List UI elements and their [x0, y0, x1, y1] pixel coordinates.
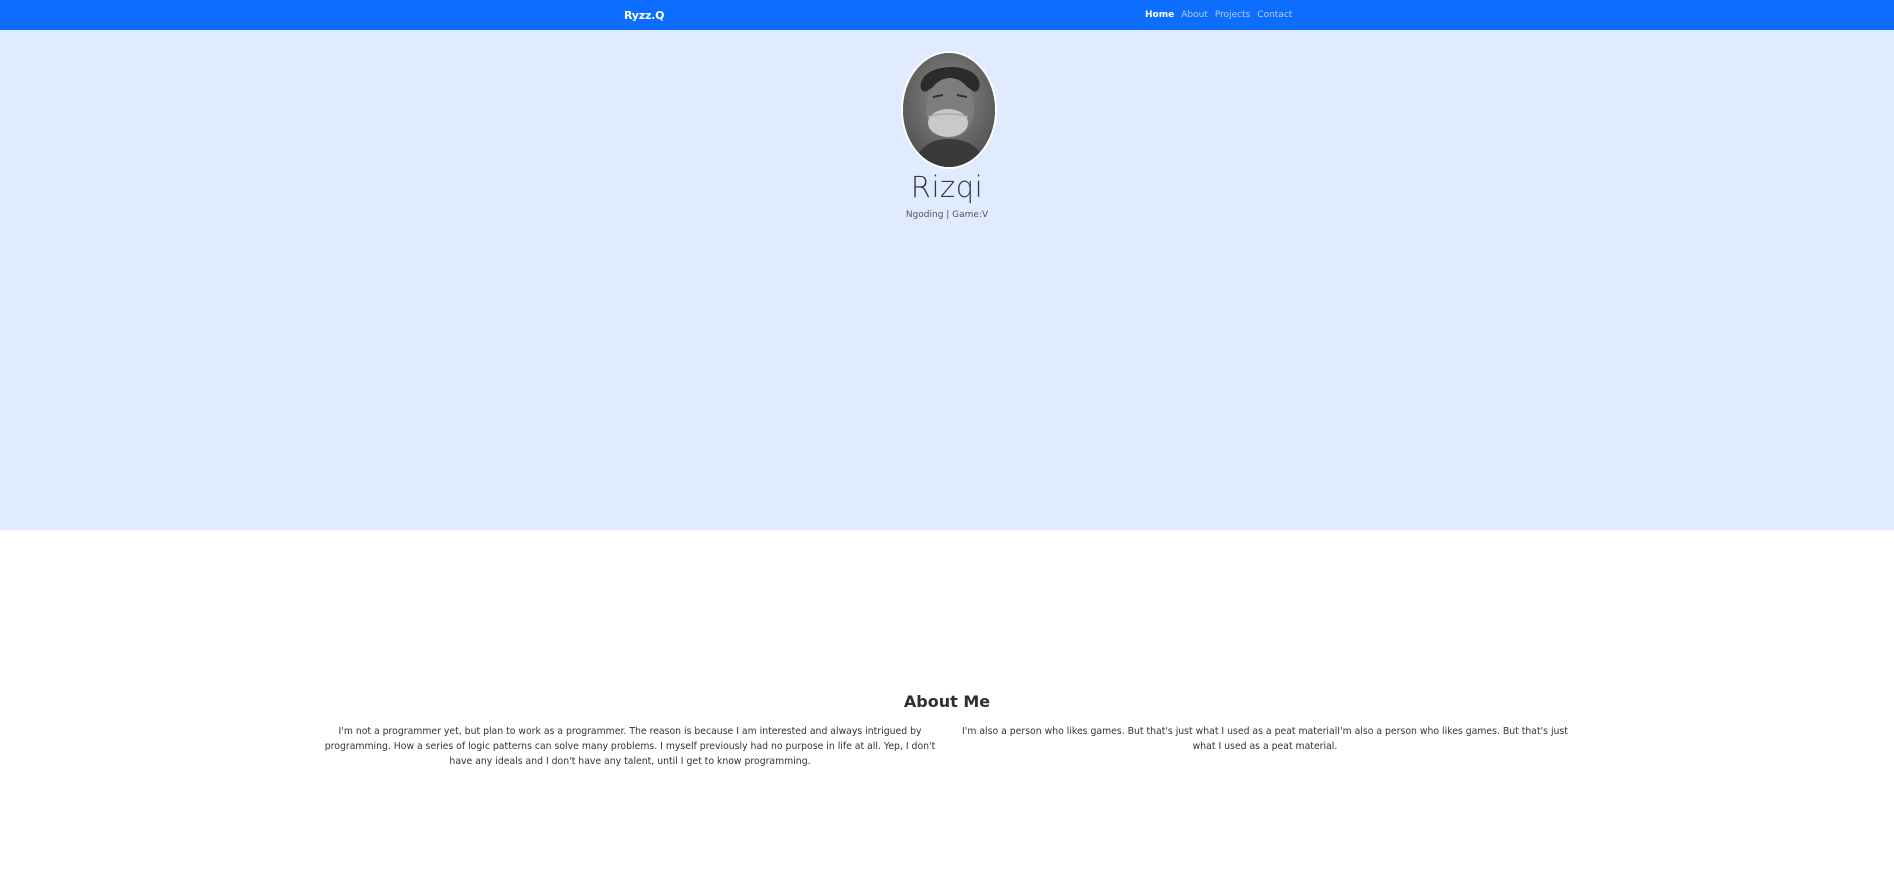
nav-link-home[interactable]: Home	[1145, 10, 1174, 20]
about-paragraph-right: I'm also a person who likes games. But t…	[962, 726, 1568, 752]
hero-wave-divider	[0, 300, 1894, 523]
nav-link-about[interactable]: About	[1181, 10, 1208, 20]
top-navbar: Ryzz.Q Home About Projects Contact	[0, 0, 1894, 30]
nav-link-contact[interactable]: Contact	[1257, 10, 1292, 20]
profile-avatar	[901, 51, 997, 169]
nav-link-projects[interactable]: Projects	[1215, 10, 1250, 20]
about-paragraph-left: I'm not a programmer yet, but plan to wo…	[324, 726, 936, 767]
brand-link[interactable]: Ryzz.Q	[624, 9, 664, 22]
about-heading: About Me	[903, 692, 991, 711]
hero-name: Rizqi	[910, 170, 984, 204]
hero-subtitle: Ngoding | Game:V	[905, 210, 989, 220]
nav-links: Home About Projects Contact	[1145, 10, 1292, 20]
